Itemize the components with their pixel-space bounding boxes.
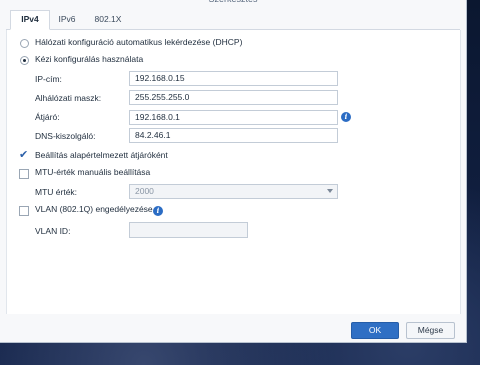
- vlan-id-field[interactable]: [129, 222, 248, 238]
- tab-ipv4[interactable]: IPv4: [10, 10, 50, 30]
- subnet-mask-field[interactable]: 255.255.255.0: [129, 90, 338, 105]
- tab-ipv6[interactable]: IPv6: [52, 11, 82, 29]
- mtu-value: 2000: [135, 186, 154, 196]
- cancel-button[interactable]: Mégse: [406, 322, 455, 339]
- manual-config-radio[interactable]: [20, 56, 29, 65]
- dialog-title: Szerkesztés: [0, 0, 466, 8]
- ip-address-field[interactable]: 192.168.0.15: [129, 71, 338, 86]
- gateway-label: Átjáró:: [35, 112, 60, 122]
- vlan-id-label: VLAN ID:: [35, 226, 71, 236]
- tab-8021x[interactable]: 802.1X: [88, 11, 128, 29]
- ok-button[interactable]: OK: [351, 322, 399, 339]
- ip-address-label: IP-cím:: [35, 74, 62, 84]
- edit-network-dialog: Szerkesztés IPv4 IPv6 802.1X Hálózati ko…: [0, 0, 467, 343]
- manual-config-label: Kézi konfigurálás használata: [35, 54, 144, 64]
- default-gateway-label: Beállítás alapértelmezett átjáróként: [35, 150, 168, 160]
- subnet-mask-label: Alhálózati maszk:: [35, 93, 102, 103]
- mtu-manual-label: MTU-érték manuális beállítása: [35, 167, 151, 177]
- vlan-label: VLAN (802.1Q) engedélyezése: [35, 204, 153, 214]
- checkmark-icon: ✔: [19, 149, 29, 161]
- chevron-down-icon: [327, 189, 333, 193]
- mtu-value-label: MTU érték:: [35, 187, 78, 197]
- dhcp-radio[interactable]: [20, 39, 29, 48]
- gateway-field[interactable]: 192.168.0.1: [129, 110, 338, 125]
- dns-server-field[interactable]: 84.2.46.1: [129, 128, 338, 143]
- dns-server-label: DNS-kiszolgáló:: [35, 131, 96, 141]
- mtu-value-select[interactable]: 2000: [129, 184, 338, 199]
- vlan-info-icon[interactable]: i: [153, 206, 163, 216]
- ipv4-settings-panel: Hálózati konfiguráció automatikus lekérd…: [6, 30, 461, 315]
- tab-bar: IPv4 IPv6 802.1X: [6, 8, 460, 30]
- info-icon[interactable]: i: [341, 112, 351, 122]
- default-gateway-checkbox[interactable]: ✔: [19, 149, 29, 162]
- mtu-manual-checkbox[interactable]: [19, 169, 29, 179]
- dialog-footer: OK Mégse: [0, 314, 466, 342]
- dhcp-label: Hálózati konfiguráció automatikus lekérd…: [35, 37, 243, 47]
- vlan-checkbox[interactable]: [19, 206, 29, 216]
